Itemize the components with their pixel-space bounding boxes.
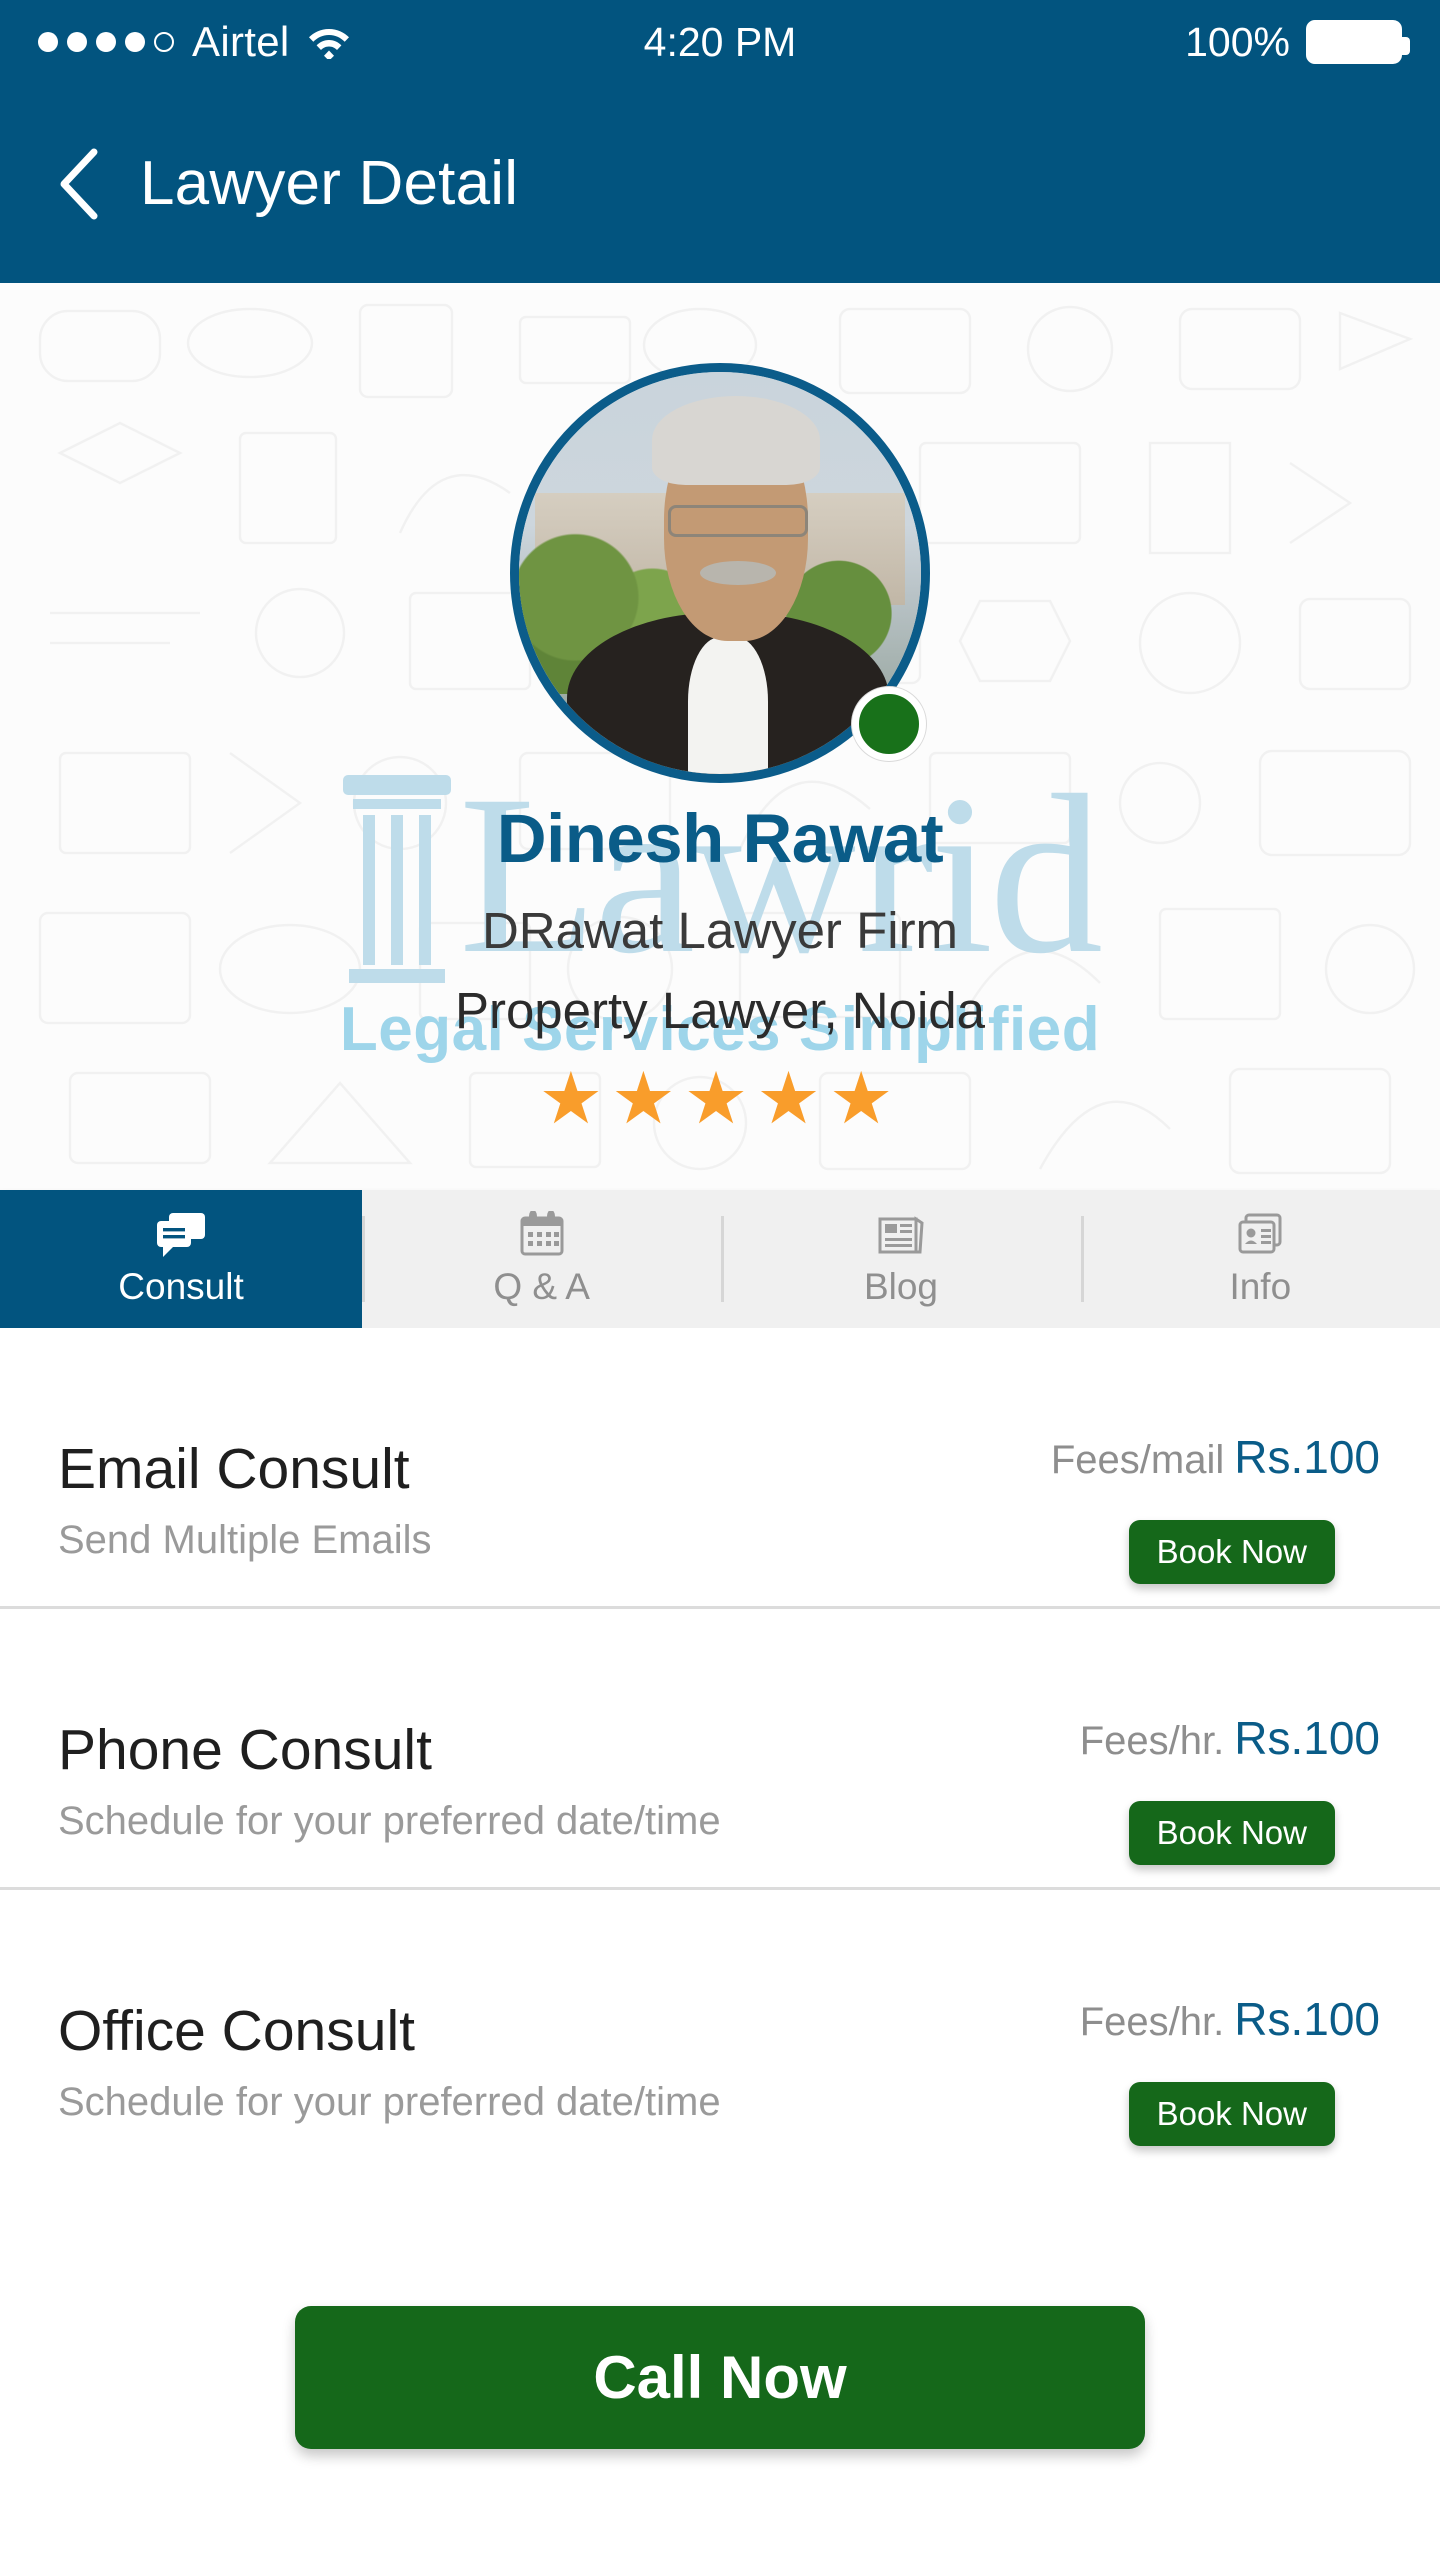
fee-value: Rs.100 [1234, 1712, 1380, 1764]
book-now-button[interactable]: Book Now [1128, 1520, 1335, 1584]
tab-consult[interactable]: Consult [0, 1190, 362, 1328]
profile-hero: Law rid Legal Services Simplified Dinesh… [0, 283, 1440, 1190]
consult-row-phone: Phone Consult Schedule for your preferre… [0, 1609, 1440, 1890]
call-now-button[interactable]: Call Now [295, 2306, 1145, 2449]
consult-list: Email Consult Send Multiple Emails Fees/… [0, 1328, 1440, 2171]
wifi-icon [308, 25, 350, 61]
consult-subtitle: Schedule for your preferred date/time [58, 2080, 721, 2124]
lawyer-specialization: Property Lawyer, Noida [454, 982, 986, 1039]
consult-title: Office Consult [58, 1999, 415, 2063]
calendar-icon [516, 1209, 568, 1259]
lawyer-name: Dinesh Rawat [496, 800, 944, 877]
tab-blog-label: Blog [863, 1265, 939, 1307]
rating-stars: ★★★★★ [538, 1059, 902, 1139]
fee-label: Fees/hr. [1079, 2000, 1225, 2044]
battery-full-icon [1306, 20, 1410, 64]
tab-qa-label: Q & A [493, 1265, 590, 1307]
book-now-button[interactable]: Book Now [1128, 1801, 1335, 1865]
nav-header: Lawyer Detail [0, 84, 1440, 283]
back-button[interactable] [52, 144, 106, 224]
consult-subtitle: Send Multiple Emails [58, 1518, 432, 1562]
chat-bubbles-icon [155, 1211, 207, 1259]
call-now-container: Call Now [0, 2306, 1440, 2449]
status-bar-right: 100% [1185, 18, 1410, 66]
consult-fee: Fees/mail Rs.100 [1051, 1434, 1380, 1480]
tab-blog[interactable]: Blog [721, 1190, 1080, 1328]
tab-info-label: Info [1229, 1265, 1292, 1307]
app-screen: Airtel 4:20 PM 100% Lawyer Detail Law ri… [0, 0, 1440, 2556]
consult-fee: Fees/hr. Rs.100 [1080, 1715, 1380, 1761]
online-status-badge [852, 687, 926, 761]
avatar[interactable] [510, 363, 930, 783]
signal-strength-icon [38, 32, 174, 52]
book-now-button[interactable]: Book Now [1128, 2082, 1335, 2146]
lawyer-firm: DRawat Lawyer Firm [481, 902, 959, 959]
tab-info[interactable]: Info [1080, 1190, 1440, 1328]
status-bar: Airtel 4:20 PM 100% [0, 0, 1440, 84]
tab-qa[interactable]: Q & A [362, 1190, 721, 1328]
fee-value: Rs.100 [1234, 1993, 1380, 2045]
fee-label: Fees/mail [1050, 1438, 1225, 1482]
fee-value: Rs.100 [1234, 1431, 1380, 1483]
carrier-name: Airtel [192, 18, 290, 65]
consult-fee: Fees/hr. Rs.100 [1080, 1996, 1380, 2042]
consult-row-email: Email Consult Send Multiple Emails Fees/… [0, 1328, 1440, 1609]
id-card-icon [1234, 1211, 1286, 1259]
status-bar-left: Airtel [38, 18, 350, 66]
fee-label: Fees/hr. [1079, 1719, 1225, 1763]
consult-title: Phone Consult [58, 1718, 432, 1782]
tab-bar: Consult Q & A Blog Info [0, 1190, 1440, 1328]
consult-row-office: Office Consult Schedule for your preferr… [0, 1890, 1440, 2171]
consult-subtitle: Schedule for your preferred date/time [58, 1799, 721, 1843]
battery-percent: 100% [1185, 18, 1290, 65]
page-title: Lawyer Detail [140, 149, 519, 218]
consult-title: Email Consult [58, 1437, 410, 1501]
newspaper-icon [875, 1211, 927, 1259]
tab-consult-label: Consult [118, 1265, 244, 1307]
